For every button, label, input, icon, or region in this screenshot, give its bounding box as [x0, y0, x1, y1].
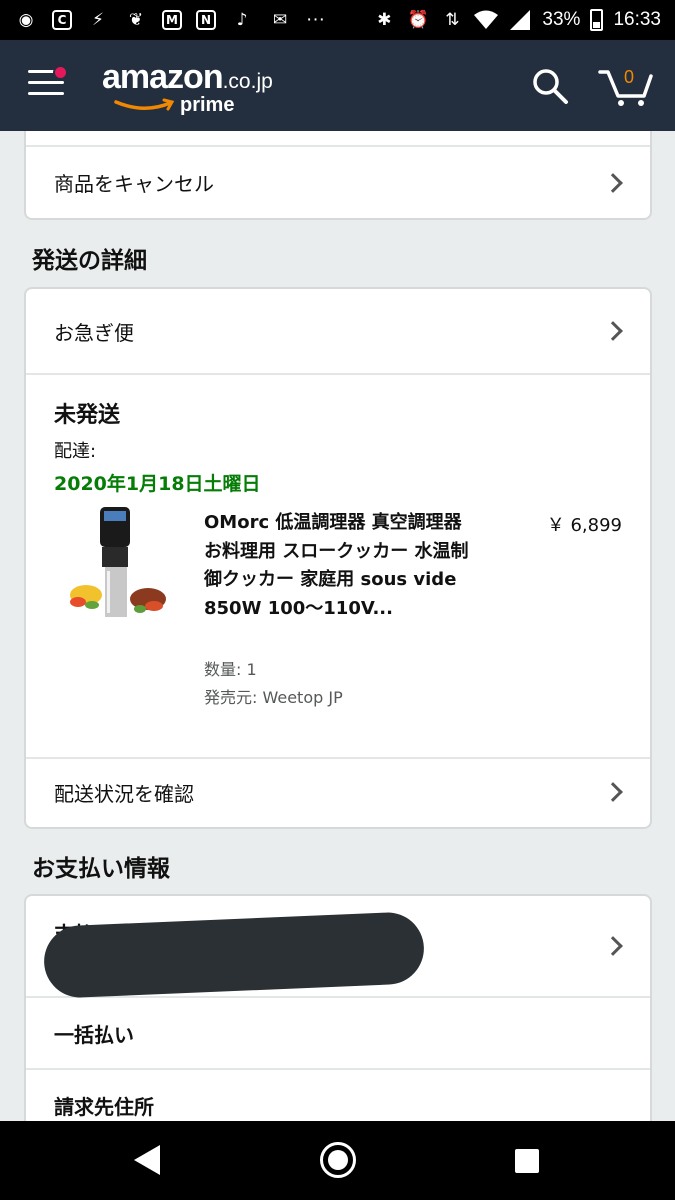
- product-image[interactable]: [68, 507, 168, 632]
- amazon-logo[interactable]: amazon.co.jp prime: [102, 58, 273, 116]
- bolt-notification-icon: ⚡: [92, 10, 104, 30]
- clipboard-notification-icon: C: [52, 10, 72, 30]
- payment-plan-row: 一括払い: [26, 996, 650, 1068]
- chevron-right-icon: [603, 172, 623, 193]
- leaf-notification-icon: ❦: [128, 10, 144, 30]
- bluetooth-icon: ✱: [377, 10, 392, 30]
- chevron-right-icon: [603, 321, 623, 341]
- shipment-block: 未発送 配達: 2020年1月18日土曜日 OMorc 低温調理器 真空調理器 …: [26, 373, 650, 757]
- notification-dot: [53, 65, 68, 80]
- android-nav-bar: [0, 1121, 675, 1200]
- cancel-card: 商品をキャンセル: [24, 131, 652, 220]
- cart-button[interactable]: 0: [598, 64, 654, 108]
- back-icon[interactable]: [134, 1145, 160, 1175]
- cancel-item-row[interactable]: 商品をキャンセル: [26, 145, 650, 218]
- tiktok-notification-icon: ♪: [236, 10, 248, 30]
- billing-address-label: 請求先住所: [54, 1094, 154, 1119]
- shipping-speed-label: お急ぎ便: [54, 320, 134, 345]
- data-arrows-icon: ⇅: [445, 10, 460, 30]
- cell-signal-icon: [508, 8, 532, 32]
- product-title[interactable]: OMorc 低温調理器 真空調理器 お料理用 スロークッカー 水温制御クッカー …: [204, 509, 474, 623]
- product-price: ￥ 6,899: [546, 515, 622, 536]
- app-notification-icon: ◉: [18, 10, 34, 30]
- home-icon[interactable]: [320, 1142, 356, 1178]
- smile-arrow-icon: [114, 98, 175, 111]
- gmail-notification-icon: M: [162, 10, 182, 30]
- product-seller: 発売元: Weetop JP: [204, 688, 343, 707]
- more-notifications-dots: ···: [306, 9, 325, 30]
- cancel-item-label: 商品をキャンセル: [54, 172, 214, 196]
- notion-notification-icon: N: [196, 10, 216, 30]
- delivery-label: 配達:: [54, 441, 97, 462]
- app-header: amazon.co.jp prime 0: [0, 40, 675, 131]
- billing-address-row: 請求先住所: [26, 1068, 650, 1121]
- shipping-card: お急ぎ便 未発送 配達: 2020年1月18日土曜日 OMorc 低温調理器 真…: [24, 287, 652, 829]
- chevron-right-icon: [603, 782, 623, 802]
- recent-apps-icon[interactable]: [515, 1149, 539, 1173]
- track-package-row[interactable]: 配送状況を確認: [26, 757, 650, 825]
- payment-section-title: お支払い情報: [32, 856, 170, 882]
- wifi-icon: [474, 8, 499, 32]
- battery-percent: 33%: [542, 9, 581, 30]
- status-bar: ◉ C ⚡ ❦ M N ♪ ✉ ··· ✱ ⏰ ⇅ 33% 16:33: [0, 0, 675, 40]
- search-icon[interactable]: [530, 66, 570, 106]
- shipping-speed-row[interactable]: お急ぎ便: [26, 289, 650, 373]
- delivery-date: 2020年1月18日土曜日: [54, 473, 261, 495]
- chevron-right-icon: [603, 936, 623, 956]
- shipment-status: 未発送: [54, 403, 121, 428]
- shipping-section-title: 発送の詳細: [32, 248, 147, 274]
- payment-plan-label: 一括払い: [54, 1022, 134, 1047]
- order-details-content: 商品をキャンセル 発送の詳細 お急ぎ便 未発送 配達: 2020年1月18日土曜…: [0, 131, 675, 1121]
- product-quantity: 数量: 1: [204, 660, 257, 679]
- alarm-icon: ⏰: [407, 10, 429, 30]
- cart-count: 0: [624, 67, 635, 87]
- battery-icon: [590, 9, 604, 31]
- track-package-label: 配送状況を確認: [54, 781, 194, 806]
- mail-notification-icon: ✉: [272, 10, 288, 30]
- clock: 16:33: [613, 9, 661, 30]
